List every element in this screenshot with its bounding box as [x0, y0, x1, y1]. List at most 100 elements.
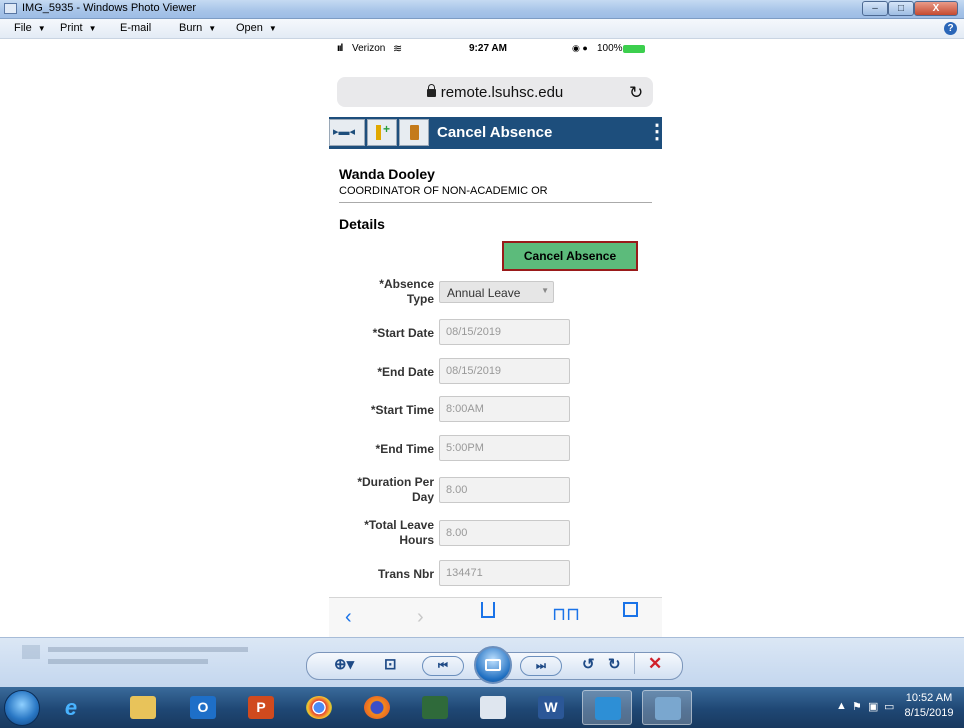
chevron-down-icon: ▼: [88, 24, 97, 33]
cancel-absence-button[interactable]: Cancel Absence: [502, 241, 638, 271]
phone-status-bar: ııl Verizon ≋ 9:27 AM ◉ ● 100%: [329, 39, 662, 59]
internet-explorer-icon: e: [64, 695, 78, 720]
clock-time[interactable]: 10:52 AM: [898, 692, 960, 704]
previous-button[interactable]: ⏮: [422, 656, 464, 676]
url-bar[interactable]: remote.lsuhsc.edu: [337, 77, 653, 107]
absence-type-select[interactable]: Annual Leave ▼: [439, 281, 554, 303]
slideshow-icon: [485, 659, 501, 671]
taskbar-photo-viewer[interactable]: [642, 690, 692, 725]
trans-nbr-field[interactable]: 134471: [439, 560, 570, 586]
taskbar-word[interactable]: W: [526, 690, 576, 725]
folder-icon: [130, 696, 156, 719]
taskbar-remote-desktop[interactable]: [582, 690, 632, 725]
start-date-label: *Start Date: [372, 326, 434, 340]
absence-type-label: *Absence Type: [329, 277, 434, 307]
maximize-button[interactable]: □: [888, 1, 914, 16]
taskbar-firefox[interactable]: [352, 690, 402, 725]
menu-open[interactable]: Open ▼: [236, 22, 277, 34]
total-leave-label-line1: *Total Leave: [364, 518, 434, 532]
menu-open-label: Open: [236, 22, 263, 34]
total-leave-hours-field[interactable]: 8.00: [439, 520, 570, 546]
menu-email[interactable]: E-mail: [120, 22, 151, 34]
start-time-field[interactable]: 8:00AM: [439, 396, 570, 422]
minimize-button[interactable]: –: [862, 1, 888, 16]
exit-button[interactable]: [399, 119, 429, 146]
window-title: IMG_5935 - Windows Photo Viewer: [22, 2, 197, 14]
action-center-flag-icon[interactable]: ⚑: [852, 700, 862, 713]
zoom-icon[interactable]: ⊕▾: [334, 655, 354, 673]
taskbar: e O P W ▲ ⚑ ▣ ▭ ◀ 10:52 AM 8/15/2019: [0, 687, 964, 728]
chevron-down-icon: ▼: [541, 286, 549, 295]
chevron-down-icon: ▼: [268, 24, 277, 33]
menu-file-label: File: [14, 22, 32, 34]
safari-toolbar: ‹ › ⊓⊓: [329, 597, 662, 637]
menu-email-label: E-mail: [120, 22, 152, 34]
clock-date[interactable]: 8/15/2019: [898, 707, 960, 719]
display-icon[interactable]: ▭: [884, 700, 894, 713]
lock-icon: [426, 84, 436, 97]
absence-type-value: Annual Leave: [447, 286, 521, 300]
page-title: Cancel Absence: [437, 124, 553, 141]
menu-bar: File ▼ Print ▼ E-mail Burn ▼ Open ▼ ?: [0, 19, 964, 39]
tabs-icon[interactable]: [623, 602, 638, 617]
file-info-blur: [48, 647, 248, 652]
employee-name: Wanda Dooley: [339, 166, 435, 182]
total-leave-hours-label: *Total Leave Hours: [329, 518, 434, 548]
door-icon: [410, 125, 419, 140]
url-text-row: remote.lsuhsc.edu: [337, 84, 653, 101]
start-date-field[interactable]: 08/15/2019: [439, 319, 570, 345]
menu-burn-label: Burn: [179, 22, 203, 34]
window-titlebar[interactable]: IMG_5935 - Windows Photo Viewer – □ X: [0, 0, 964, 19]
chevron-down-icon: ▼: [208, 24, 217, 33]
back-icon[interactable]: ‹: [345, 606, 352, 629]
taskbar-ie[interactable]: e: [46, 690, 96, 725]
add-absence-button[interactable]: +: [367, 119, 397, 146]
forward-icon[interactable]: ›: [417, 606, 424, 629]
next-button[interactable]: ⏭: [520, 656, 562, 676]
duration-label-line2: Day: [411, 490, 434, 504]
end-time-field[interactable]: 5:00PM: [439, 435, 570, 461]
menu-file[interactable]: File ▼: [14, 22, 46, 34]
project-icon: [422, 696, 448, 719]
viewer-control-bar: ⊕▾ ⊡ ⏮ ⏭ ↺ ↻ ✕: [0, 637, 964, 688]
actual-size-icon[interactable]: ⊡: [384, 655, 397, 673]
taskbar-explorer[interactable]: [118, 690, 168, 725]
start-button[interactable]: [4, 690, 40, 726]
more-options-icon[interactable]: ⋮: [647, 120, 662, 144]
outlook-icon: O: [190, 696, 216, 719]
chevron-down-icon: ▼: [37, 24, 46, 33]
taskbar-outlook[interactable]: O: [178, 690, 228, 725]
taskbar-powerpoint[interactable]: P: [236, 690, 286, 725]
reload-icon[interactable]: ↻: [629, 83, 643, 103]
delete-icon[interactable]: ✕: [648, 654, 662, 674]
bookmarks-icon[interactable]: ⊓⊓: [552, 604, 580, 625]
close-button[interactable]: X: [914, 1, 958, 16]
powerpoint-icon: P: [248, 696, 274, 719]
rotate-clockwise-icon[interactable]: ↻: [608, 655, 621, 673]
menu-print[interactable]: Print ▼: [60, 22, 97, 34]
control-divider: [634, 652, 635, 674]
slideshow-button[interactable]: [474, 646, 512, 684]
duration-per-day-label: *Duration Per Day: [329, 475, 434, 505]
navigation-collection-button[interactable]: ▸▬◂: [329, 119, 365, 146]
taskbar-chrome[interactable]: [294, 690, 344, 725]
battery-label: 100%: [597, 43, 623, 54]
network-icon[interactable]: ▣: [868, 700, 878, 713]
wifi-icon: ≋: [393, 43, 403, 55]
duration-per-day-field[interactable]: 8.00: [439, 477, 570, 503]
photo-viewer-app-icon: [4, 3, 17, 14]
peoplesoft-header: ▸▬◂ + Cancel Absence ⋮: [329, 117, 662, 149]
trans-nbr-label: Trans Nbr: [377, 567, 434, 581]
share-icon[interactable]: [481, 602, 495, 618]
end-date-label: *End Date: [377, 365, 434, 379]
signal-icon: ııl: [337, 43, 343, 54]
menu-burn[interactable]: Burn ▼: [179, 22, 216, 34]
help-icon[interactable]: ?: [944, 22, 957, 35]
phone-screenshot: ııl Verizon ≋ 9:27 AM ◉ ● 100% remote.ls…: [329, 39, 662, 637]
taskbar-project[interactable]: [410, 690, 460, 725]
taskbar-reader[interactable]: [468, 690, 518, 725]
show-hidden-icons[interactable]: ▲: [836, 700, 847, 712]
end-date-field[interactable]: 08/15/2019: [439, 358, 570, 384]
employee-title: COORDINATOR OF NON-ACADEMIC OR: [339, 185, 548, 197]
rotate-counterclockwise-icon[interactable]: ↺: [582, 655, 595, 673]
